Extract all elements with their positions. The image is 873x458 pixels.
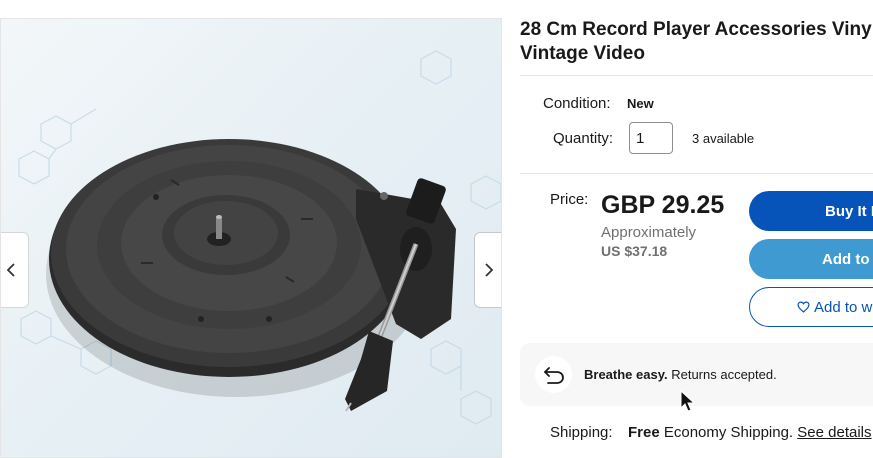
divider (520, 173, 873, 174)
prev-image-button[interactable] (1, 232, 29, 308)
shipping-value: Free Economy Shipping. See details (628, 424, 872, 441)
buy-now-button[interactable]: Buy It N (749, 191, 873, 231)
shipping-label: Shipping: (550, 424, 613, 441)
product-title: 28 Cm Record Player Accessories Vinyl Vi… (520, 18, 873, 66)
add-to-cart-button[interactable]: Add to c (749, 239, 873, 279)
returns-detail: Returns accepted. (671, 367, 777, 382)
product-title-line1: 28 Cm Record Player Accessories Vinyl (520, 19, 873, 40)
quantity-input[interactable] (629, 122, 673, 154)
chevron-left-icon (6, 263, 15, 277)
add-to-cart-label: Add to c (822, 250, 873, 268)
shipping-method: Economy Shipping. (663, 424, 794, 441)
price-value: GBP 29.25 (601, 191, 725, 219)
next-image-button[interactable] (474, 232, 501, 308)
divider (520, 75, 873, 76)
returns-text: Breathe easy. Returns accepted. (584, 367, 777, 382)
chevron-right-icon (485, 263, 494, 277)
approx-price: US $37.18 (601, 243, 668, 259)
product-title-line2: Vintage Video (520, 43, 645, 64)
return-arrow-icon (543, 366, 564, 384)
returns-bold: Breathe easy. (584, 367, 668, 382)
product-image-gallery[interactable] (0, 18, 502, 458)
see-details-link[interactable]: See details (797, 424, 871, 441)
buy-now-label: Buy It N (825, 202, 873, 220)
add-to-watchlist-label: Add to w (814, 298, 873, 316)
add-to-watchlist-button[interactable]: Add to w (749, 287, 873, 327)
available-count: 3 available (692, 131, 755, 146)
shipping-free: Free (628, 424, 660, 441)
condition-value: New (627, 96, 654, 111)
condition-label: Condition: (543, 95, 611, 112)
approx-label: Approximately (601, 224, 697, 241)
mouse-cursor-icon (680, 390, 696, 412)
quantity-label: Quantity: (553, 130, 614, 147)
returns-icon-circle (535, 356, 572, 393)
heart-icon (797, 301, 810, 313)
turntable-image (18, 50, 501, 425)
price-label: Price: (550, 191, 589, 208)
